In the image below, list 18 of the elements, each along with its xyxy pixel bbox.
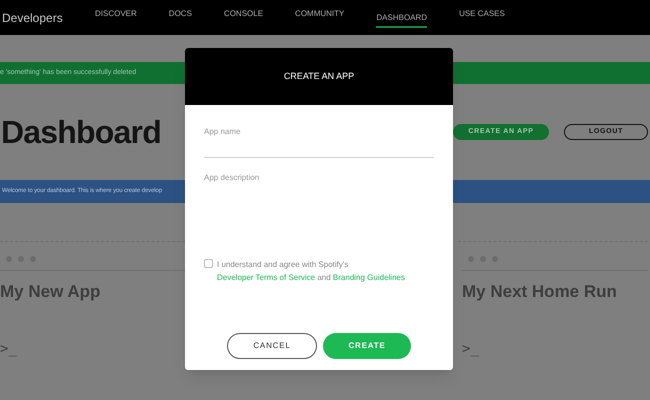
agree-text: I understand and agree with Spotify's Developer Terms of Service and Branding Guidelines: [217, 259, 406, 284]
app-description-field[interactable]: App description: [204, 172, 434, 252]
nav-link[interactable]: DASHBOARD: [376, 12, 428, 28]
app-title: My New App: [0, 281, 102, 303]
prompt-text: >_: [0, 340, 18, 358]
dialog-title: CREATE AN APP: [284, 70, 354, 83]
cancel-button[interactable]: CANCEL: [227, 333, 317, 359]
nav-link[interactable]: USE CASES: [459, 8, 505, 28]
nav-link[interactable]: COMMUNITY: [295, 8, 344, 28]
app-name-field[interactable]: App name: [204, 122, 434, 158]
prompt-text: >_: [462, 340, 480, 358]
agree-checkbox[interactable]: [204, 259, 213, 268]
app-title: My Next Home Run: [462, 281, 618, 303]
nav-link[interactable]: DOCS: [168, 8, 192, 28]
nav-link[interactable]: CONSOLE: [224, 8, 264, 28]
brand-name[interactable]: Developers: [0, 8, 95, 26]
page-title: Dashboard: [1, 113, 161, 152]
nav-link[interactable]: DISCOVER: [95, 8, 137, 28]
